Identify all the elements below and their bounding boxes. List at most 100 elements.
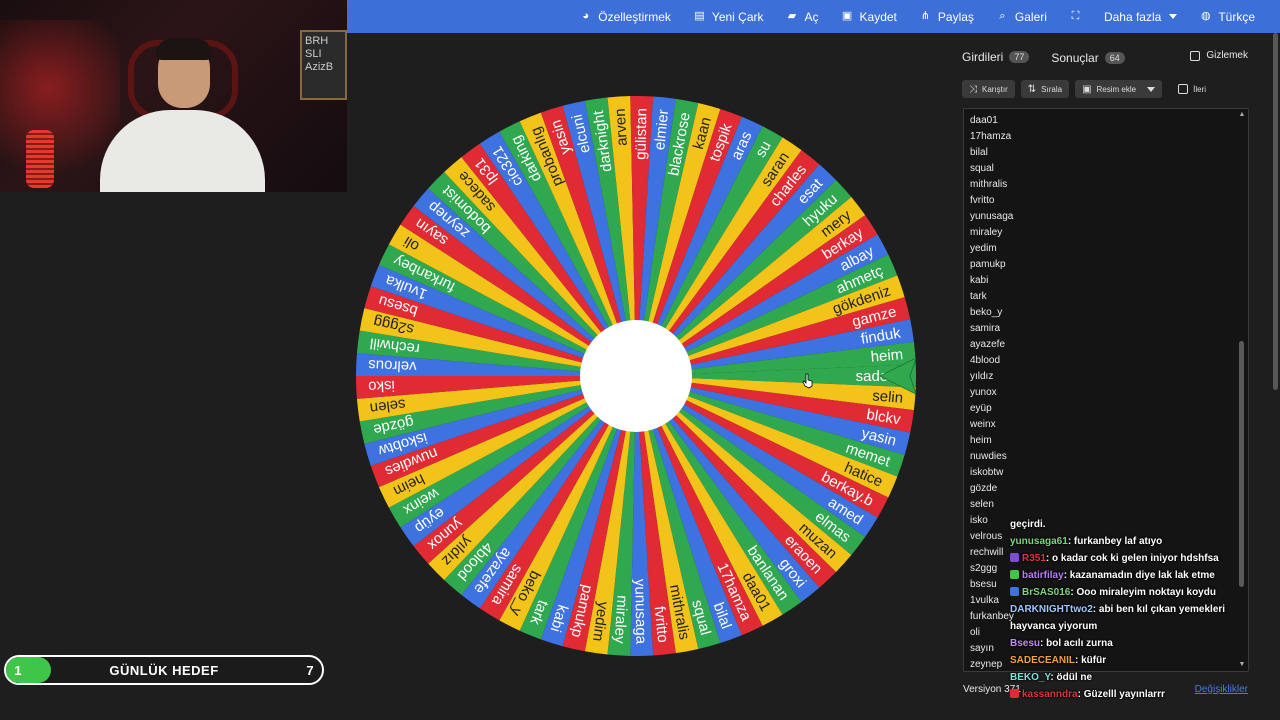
nav-label: Daha fazla [1103, 9, 1162, 24]
nav-label: Aç [804, 9, 819, 24]
wheel-segment-label: gülistan [632, 108, 650, 160]
chalkboard: BRH SLI AzizB [300, 30, 347, 100]
wheel-segment-label: yunusaga [631, 579, 649, 645]
wheel-segment-label: heim [870, 346, 904, 366]
webcam-overlay: BRH SLI AzizB [0, 0, 347, 192]
nav-label: Kaydet [859, 9, 897, 24]
wheel-svg[interactable]: sadeceselinblckvyasinmemethaticeberkay.b… [356, 96, 916, 656]
tab-entries[interactable]: Girdileri 77 [962, 50, 1030, 66]
hand-cursor-icon [802, 373, 813, 389]
entry-line: kabi [970, 275, 989, 286]
nav-item-özelleştirmek[interactable]: ◕ Özelleştirmek [568, 0, 682, 33]
chat-username: kassanndra [1022, 689, 1078, 700]
entry-line: tark [970, 291, 987, 302]
nav-item-türkçe[interactable]: ◍ Türkçe [1188, 0, 1266, 33]
add-image-label: Resim ekle [1096, 84, 1137, 94]
wheel-center-button[interactable] [580, 320, 692, 432]
entry-line: pamukp [970, 259, 1006, 270]
tab-entries-count: 77 [1009, 51, 1030, 63]
image-icon: ▣ [1082, 83, 1092, 95]
entry-line: daa01 [970, 115, 998, 126]
globe-icon: ◍ [1201, 10, 1211, 22]
sort-button[interactable]: ⇅ Sırala [1020, 80, 1070, 98]
chat-message: Bsesu: bol acılı zurna [1010, 635, 1272, 652]
page-scrollbar[interactable] [1271, 33, 1280, 720]
chat-badge-icon [1010, 689, 1019, 698]
chevron-down-icon [1147, 86, 1156, 92]
nav-item-kaydet[interactable]: ▣ Kaydet [830, 0, 908, 33]
search-icon: ⌕ [999, 10, 1006, 22]
nav-item-aç[interactable]: ▰ Aç [775, 0, 830, 33]
entry-line: weinx [970, 419, 996, 430]
advanced-checkbox[interactable]: İleri [1178, 84, 1206, 94]
chat-text: : Güzelll yayınlarrr [1077, 689, 1165, 700]
nav-label: Yeni Çark [711, 9, 764, 24]
page-scroll-thumb[interactable] [1273, 33, 1278, 390]
scroll-up-icon[interactable]: ▲ [1238, 111, 1246, 119]
sort-label: Sırala [1041, 84, 1063, 94]
nav-label: Galeri [1014, 9, 1047, 24]
advanced-label: İleri [1193, 84, 1206, 94]
chat-badge-icon [1010, 570, 1019, 579]
nav-item-fullscreen[interactable]: ⛶ [1058, 0, 1093, 33]
wheel-segment-label: isko [368, 377, 395, 395]
shuffle-icon: ⤨ [969, 83, 977, 95]
chat-username: BrSAS016 [1022, 587, 1071, 598]
entry-line: samira [970, 323, 1001, 334]
entry-line: ayazefe [970, 339, 1006, 350]
palette-icon: ◕ [582, 10, 590, 22]
entry-line: nuwdies [970, 451, 1007, 462]
shuffle-button[interactable]: ⤨ Karıştır [962, 80, 1015, 98]
chat-message: kassanndra: Güzelll yayınlarrr [1010, 686, 1272, 703]
entry-line: gözde [970, 483, 998, 494]
lamp [26, 130, 54, 188]
wheel-segment-label: arven [612, 108, 631, 147]
file-icon: ▤ [694, 10, 705, 22]
hide-label: Gizlemek [1206, 50, 1248, 61]
entry-line: mithralis [970, 179, 1008, 190]
hide-checkbox[interactable]: Gizlemek [1190, 50, 1248, 61]
goal-label: GÜNLÜK HEDEF [109, 662, 219, 678]
entry-line: bilal [970, 147, 988, 158]
streamer-body [100, 110, 265, 192]
advanced-checkbox-box[interactable] [1178, 84, 1189, 94]
chat-message: SADECEANIL: küfür [1010, 652, 1272, 669]
nav-item-galeri[interactable]: ⌕ Galeri [985, 0, 1058, 33]
chat-text: : furkanbey laf atıyo [1067, 536, 1163, 547]
entry-line: heim [970, 435, 992, 446]
entry-line: 4blood [970, 355, 1001, 366]
streamer-hair [156, 38, 212, 60]
nav-label: Özelleştirmek [598, 9, 671, 24]
tab-results-label: Sonuçlar [1051, 51, 1099, 65]
daily-goal-bar: 1 GÜNLÜK HEDEF 7 [4, 655, 324, 685]
hide-checkbox-box[interactable] [1190, 50, 1201, 61]
goal-end: 7 [306, 662, 314, 678]
tab-results[interactable]: Sonuçlar 64 [1051, 51, 1125, 65]
entries-toolbar: ⤨ Karıştır ⇅ Sırala ▣ Resim ekle İleri [962, 80, 1206, 98]
nav-item-yeni-çark[interactable]: ▤ Yeni Çark [682, 0, 775, 33]
entry-line: eyüp [970, 403, 992, 414]
nav-item-paylaş[interactable]: ⋔ Paylaş [908, 0, 985, 33]
chat-username: yunusaga61 [1010, 536, 1068, 547]
chat-message: geçirdi. [1010, 516, 1272, 533]
chat-text: geçirdi. [1010, 519, 1046, 530]
entry-line: yunusaga [970, 211, 1014, 222]
wheel-segment-label: velrous [368, 356, 417, 375]
add-image-button[interactable]: ▣ Resim ekle [1075, 80, 1163, 98]
entry-line: iskobtw [970, 467, 1004, 478]
spin-wheel[interactable]: sadece selin blckv yasin memet hatice berkay.b… [356, 96, 916, 656]
chat-message: BEKO_Y: ödül ne [1010, 669, 1272, 686]
entry-line: 17hamza [970, 131, 1012, 142]
tab-entries-label: Girdileri [962, 50, 1004, 64]
entry-line: miraley [970, 227, 1003, 238]
share-icon: ⋔ [920, 10, 930, 22]
top-nav-bar: ◕ Özelleştirmek ▤ Yeni Çark ▰ Aç ▣ Kaydet ⋔ Payla… [347, 0, 1280, 33]
chat-message: batirfilay: kazanamadın diye lak lak etm… [1010, 567, 1272, 584]
folder-icon: ▰ [787, 10, 797, 22]
chat-badge-icon [1010, 553, 1019, 562]
wheel-segment-label: selin [872, 387, 904, 406]
fullscreen-icon: ⛶ [1071, 10, 1080, 22]
chat-username: SADECEANIL [1010, 655, 1076, 666]
entry-line: beko_y [970, 307, 1003, 318]
nav-item-daha-fazla[interactable]: Daha fazla [1093, 0, 1188, 33]
